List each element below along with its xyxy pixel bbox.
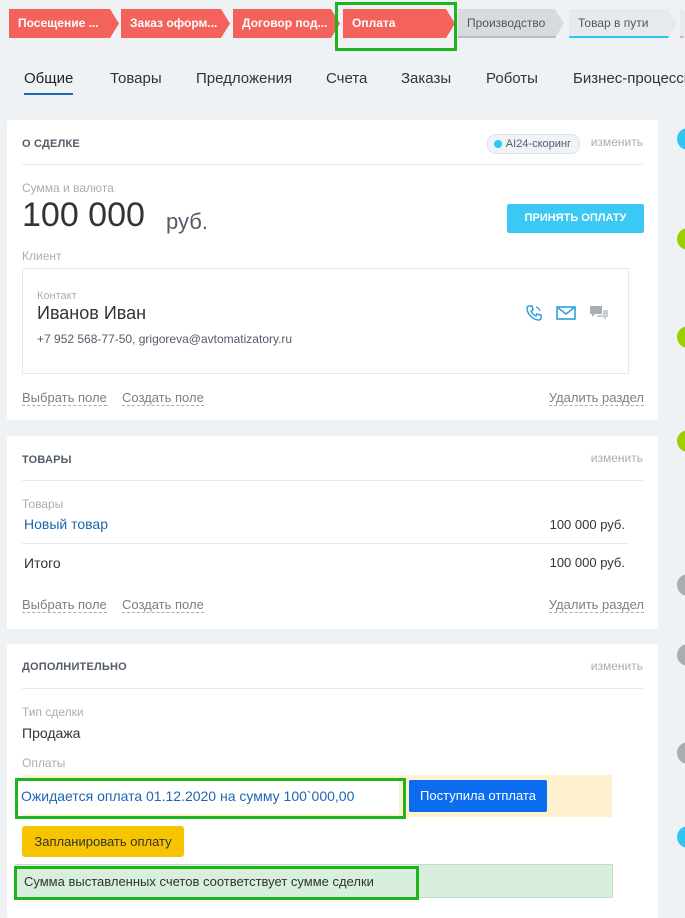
ai-scoring-icon: [493, 140, 502, 148]
timeline-dot: [677, 228, 685, 250]
contact-details: +7 952 568-77-50, grigoreva@avtomatizato…: [37, 332, 293, 346]
additional-title: ДОПОЛНИТЕЛЬНО: [22, 661, 127, 673]
deal-type-value: Продажа: [22, 725, 81, 741]
product-price: 100 000 руб.: [549, 517, 625, 532]
tab-goods[interactable]: Товары: [110, 70, 162, 87]
goods-row-divider: [22, 543, 628, 544]
about-change-link[interactable]: изменить: [591, 135, 643, 149]
deal-amount: 100 000: [22, 196, 145, 234]
total-label: Итого: [24, 555, 61, 571]
stage-production[interactable]: Производство: [458, 9, 564, 38]
plan-payment-button[interactable]: Запланировать оплату: [22, 826, 184, 857]
about-divider: [22, 164, 643, 165]
deal-type-label: Тип сделки: [22, 705, 84, 719]
total-value: 100 000 руб.: [549, 555, 625, 570]
payment-received-button[interactable]: Поступила отплата: [409, 780, 547, 812]
highlight-sum-notice: [14, 866, 419, 900]
additional-divider: [22, 688, 643, 689]
create-field-link[interactable]: Создать поле: [122, 390, 204, 406]
tab-offers[interactable]: Предложения: [196, 70, 292, 87]
stage-in-transit[interactable]: Товар в пути: [569, 9, 677, 38]
highlight-current-stage: [335, 2, 457, 51]
tab-robots[interactable]: Роботы: [486, 70, 538, 87]
timeline-dot: [677, 742, 685, 764]
ai-scoring-label: AI24-скоринг: [505, 138, 571, 150]
timeline-dot: [677, 574, 685, 596]
goods-select-field-link[interactable]: Выбрать поле: [22, 597, 107, 613]
goods-change-link[interactable]: изменить: [591, 451, 643, 465]
about-deal-card: О СДЕЛКЕ AI24-скоринг изменить Сумма и в…: [7, 120, 658, 420]
delete-section-link[interactable]: Удалить раздел: [548, 390, 644, 406]
accept-payment-button[interactable]: ПРИНЯТЬ ОПЛАТУ: [507, 204, 644, 233]
stage-order-placed[interactable]: Заказ оформ...: [121, 9, 230, 38]
chat-icon[interactable]: [589, 305, 609, 326]
deal-currency: руб.: [166, 209, 208, 234]
email-icon[interactable]: [556, 306, 576, 325]
timeline-dot: [677, 644, 685, 666]
product-name-link[interactable]: Новый товар: [24, 516, 108, 532]
goods-divider: [22, 480, 643, 481]
phone-icon[interactable]: [525, 304, 543, 327]
select-field-link[interactable]: Выбрать поле: [22, 390, 107, 406]
stage-contract[interactable]: Договор под...: [233, 9, 340, 38]
stage-visit[interactable]: Посещение ...: [9, 9, 119, 38]
timeline-dot: [677, 826, 685, 848]
tab-invoices[interactable]: Счета: [326, 70, 367, 87]
goods-card: ТОВАРЫ изменить Товары Новый товар 100 0…: [7, 436, 658, 629]
highlight-payment-waiting: [15, 778, 406, 819]
goods-title: ТОВАРЫ: [22, 454, 72, 466]
tab-bar: Общие Товары Предложения Счета Заказы Ро…: [0, 60, 685, 100]
timeline-dot: [677, 128, 685, 150]
stage-next[interactable]: [680, 9, 685, 38]
timeline-dot: [677, 430, 685, 452]
ai-scoring-badge[interactable]: AI24-скоринг: [486, 134, 580, 154]
amount-label: Сумма и валюта: [22, 181, 114, 195]
timeline-dot: [677, 326, 685, 348]
additional-change-link[interactable]: изменить: [591, 659, 643, 673]
goods-delete-section-link[interactable]: Удалить раздел: [548, 597, 644, 613]
contact-card: Контакт Иванов Иван +7 952 568-77-50, gr…: [22, 268, 629, 374]
tab-general[interactable]: Общие: [24, 70, 74, 95]
goods-label: Товары: [22, 497, 64, 511]
contact-name[interactable]: Иванов Иван: [37, 303, 146, 324]
tab-business-processes[interactable]: Бизнес-процессы: [573, 70, 685, 87]
payments-label: Оплаты: [22, 756, 66, 770]
contact-label: Контакт: [37, 290, 77, 302]
tab-orders[interactable]: Заказы: [401, 70, 451, 87]
client-label: Клиент: [22, 249, 62, 263]
goods-create-field-link[interactable]: Создать поле: [122, 597, 204, 613]
about-deal-title: О СДЕЛКЕ: [22, 138, 80, 150]
